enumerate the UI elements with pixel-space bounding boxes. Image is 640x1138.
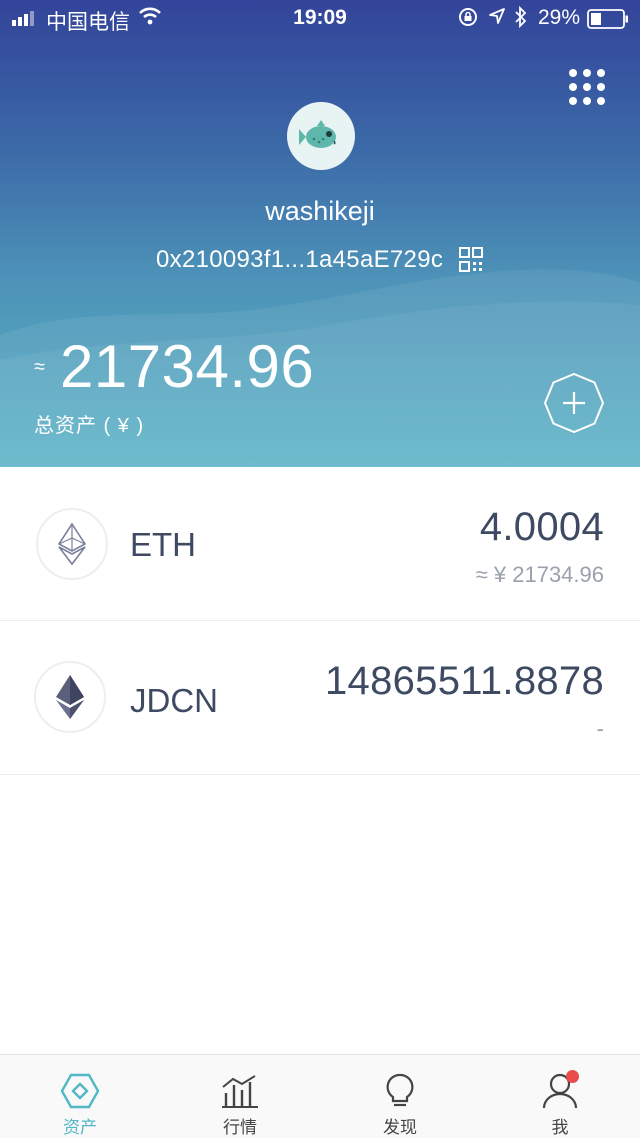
bottom-tab-bar: 资产 行情 发现 我 [0, 1054, 640, 1138]
token-row-eth[interactable]: ETH 4.0004 ≈ ¥ 21734.96 [0, 467, 640, 621]
battery-percent: 29% [538, 6, 581, 29]
token-amount: 4.0004 [479, 505, 604, 549]
tab-me[interactable]: 我 [480, 1055, 640, 1138]
status-bar: 中国电信 19:09 29% [0, 0, 640, 36]
wallet-header: 中国电信 19:09 29% washikeji 0x210093f1...1a… [0, 0, 640, 467]
token-logo [34, 661, 106, 733]
wallet-address[interactable]: 0x210093f1...1a45aE729c [156, 246, 443, 274]
lightbulb-icon [386, 1073, 414, 1107]
total-assets-value: 21734.96 [60, 333, 315, 400]
token-fiat-value: ≈ ¥ 21734.96 [475, 562, 604, 587]
tab-discover[interactable]: 发现 [320, 1055, 480, 1138]
ethereum-outline-icon [57, 522, 87, 566]
total-assets-label: 总资产 ( ¥ ) [34, 415, 145, 437]
tab-label: 我 [551, 1118, 569, 1137]
market-chart-icon [222, 1075, 258, 1108]
tab-label: 行情 [223, 1118, 257, 1137]
token-amount: 14865511.8878 [325, 659, 604, 703]
tab-label: 发现 [383, 1118, 417, 1137]
wallet-avatar[interactable] [287, 102, 355, 170]
tab-label: 资产 [63, 1118, 97, 1137]
qr-code-icon[interactable] [459, 247, 483, 273]
wallet-name: washikeji [265, 196, 375, 226]
token-fiat-value: - [596, 716, 604, 741]
location-icon [489, 8, 505, 24]
token-logo [36, 508, 108, 580]
app-grid-menu-icon[interactable] [568, 68, 606, 106]
token-row-jdcn[interactable]: JDCN 14865511.8878 - [0, 621, 640, 775]
fish-icon [299, 120, 336, 148]
token-symbol: ETH [130, 526, 196, 563]
ethereum-filled-icon [56, 675, 84, 719]
battery-icon [587, 9, 628, 29]
bluetooth-icon [515, 6, 527, 28]
tab-market[interactable]: 行情 [160, 1055, 320, 1138]
add-token-button[interactable] [543, 372, 605, 434]
token-symbol: JDCN [130, 682, 218, 719]
notification-badge [566, 1070, 579, 1083]
rotation-lock-icon [459, 8, 477, 26]
tab-assets[interactable]: 资产 [0, 1055, 160, 1138]
assets-icon [60, 1073, 100, 1109]
approx-symbol: ≈ [34, 356, 45, 378]
